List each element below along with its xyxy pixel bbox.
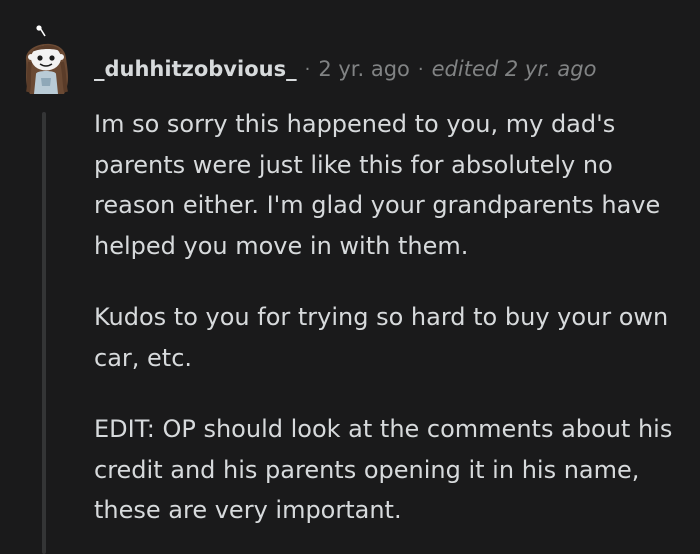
meta-separator: · — [304, 58, 311, 80]
comment-paragraph: EDIT: OP should look at the comments abo… — [94, 415, 673, 524]
user-avatar-icon[interactable] — [18, 24, 76, 98]
comment-body: Im so sorry this happened to you, my dad… — [94, 104, 684, 531]
comment-paragraph: Im so sorry this happened to you, my dad… — [94, 110, 661, 260]
thread-line[interactable] — [42, 112, 46, 554]
comment: _duhhitzobvious_ · 2 yr. ago · edited 2 … — [0, 0, 700, 554]
username-link[interactable]: _duhhitzobvious_ — [94, 57, 297, 81]
comment-paragraph: Kudos to you for trying so hard to buy y… — [94, 303, 669, 372]
meta-separator: · — [417, 58, 424, 80]
edited-label: edited 2 yr. ago — [431, 57, 597, 81]
avatar-illustration — [25, 25, 68, 94]
comment-age[interactable]: 2 yr. ago — [318, 57, 410, 81]
comment-meta: _duhhitzobvious_ · 2 yr. ago · edited 2 … — [94, 52, 596, 86]
